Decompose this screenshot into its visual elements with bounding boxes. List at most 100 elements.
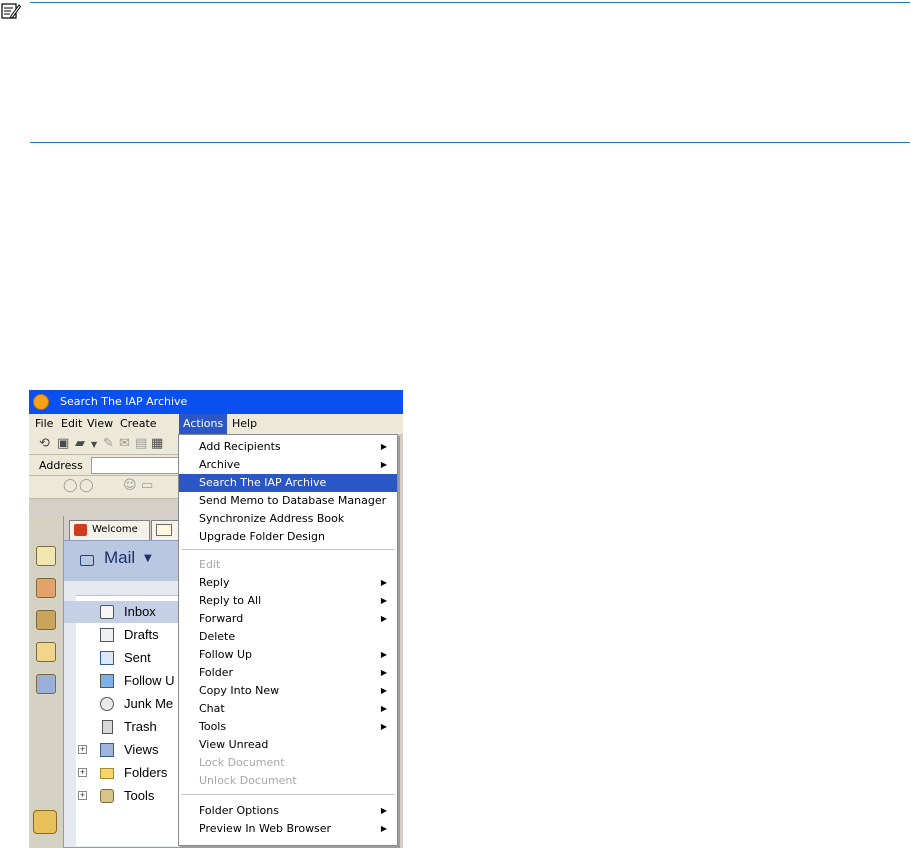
menu-item-label: Preview In Web Browser [199, 822, 332, 835]
junk-mail-icon [100, 697, 114, 711]
mail-icon[interactable]: ✉ [119, 436, 130, 451]
submenu-arrow-icon: ▶ [380, 596, 387, 605]
nav-trash-label: Trash [124, 719, 157, 734]
favorites-icon[interactable] [33, 810, 57, 834]
submenu-arrow-icon: ▶ [380, 806, 387, 815]
nav-folders-label: Folders [124, 765, 168, 780]
sent-icon [100, 651, 114, 665]
note-bottom-rule [30, 142, 910, 143]
tab-welcome[interactable]: Welcome [69, 520, 150, 540]
menu-item-label: Follow Up [199, 648, 253, 661]
expand-icon[interactable]: + [78, 745, 87, 754]
menu-item-label: Upgrade Folder Design [199, 530, 325, 543]
menu-item-send-memo[interactable]: Send Memo to Database Manager [179, 492, 397, 510]
menu-item-edit: Edit [179, 556, 397, 574]
note-icon [1, 3, 21, 19]
menu-item-label: Folder [199, 666, 233, 679]
menu-actions[interactable]: Actions [179, 414, 228, 434]
menu-edit[interactable]: Edit [57, 414, 86, 434]
submenu-arrow-icon: ▶ [380, 442, 387, 451]
menu-item-label: Archive [199, 458, 241, 471]
menu-item-view-unread[interactable]: View Unread [179, 736, 397, 754]
save-icon[interactable]: ▣ [57, 436, 69, 451]
menu-item-folder[interactable]: Folder ▶ [179, 664, 397, 682]
menu-item-preview-in-web-browser[interactable]: Preview In Web Browser ▶ [179, 820, 397, 838]
todo-bookmark-icon[interactable] [36, 642, 56, 662]
menu-item-label: Folder Options [199, 804, 279, 817]
mail-envelope-icon [80, 555, 94, 566]
nav-sent-label: Sent [124, 650, 151, 665]
menu-create[interactable]: Create [116, 414, 161, 434]
document-icon[interactable]: ▭ [141, 478, 153, 493]
tools-icon [100, 789, 114, 803]
open-dropdown-icon[interactable]: ▼ [91, 440, 97, 449]
toolbar: ⟲ ▣ ▰ ▼ ✎ ✉ ▤ ▦ [29, 434, 179, 455]
actions-menu: Add Recipients ▶ Archive ▶ Search The IAP … [178, 434, 398, 846]
submenu-arrow-icon: ▶ [380, 668, 387, 677]
address-field[interactable] [91, 457, 183, 474]
menu-item-chat[interactable]: Chat ▶ [179, 700, 397, 718]
nav-junk-mail-label: Junk Me [124, 696, 174, 711]
mail-tab-icon [156, 524, 172, 536]
menu-item-follow-up[interactable]: Follow Up ▶ [179, 646, 397, 664]
nav-follow-up-label: Follow U [124, 673, 175, 688]
refresh-icon[interactable]: ⟲ [39, 436, 50, 451]
nav-inbox-label: Inbox [124, 604, 156, 619]
menu-item-copy-into-new[interactable]: Copy Into New ▶ [179, 682, 397, 700]
open-icon[interactable]: ▰ [75, 436, 85, 451]
menu-item-lock-document: Lock Document [179, 754, 397, 772]
app-icon [33, 394, 49, 410]
menu-file[interactable]: File [31, 414, 57, 434]
menu-item-label: Copy Into New [199, 684, 280, 697]
contacts-bookmark-icon[interactable] [36, 610, 56, 630]
menu-item-delete[interactable]: Delete [179, 628, 397, 646]
submenu-arrow-icon: ▶ [380, 824, 387, 833]
menu-item-label: Reply to All [199, 594, 262, 607]
menu-item-tools[interactable]: Tools ▶ [179, 718, 397, 736]
note-top-rule [30, 2, 910, 3]
menu-item-forward[interactable]: Forward ▶ [179, 610, 397, 628]
menu-help[interactable]: Help [228, 414, 261, 434]
toolbar-icon[interactable]: ▦ [151, 436, 163, 451]
menu-item-add-recipients[interactable]: Add Recipients ▶ [179, 438, 397, 456]
tab-mail[interactable] [151, 520, 181, 540]
menu-view[interactable]: View [83, 414, 117, 434]
menu-item-label: Search The IAP Archive [199, 476, 327, 489]
print-icon[interactable]: ▤ [135, 436, 147, 451]
edit-icon[interactable]: ✎ [103, 436, 114, 451]
nav-tools-label: Tools [124, 788, 155, 803]
person-icon[interactable]: ☺ [123, 478, 137, 493]
folder-icon [100, 768, 114, 779]
submenu-arrow-icon: ▶ [380, 722, 387, 731]
expand-icon[interactable]: + [78, 768, 87, 777]
tab-welcome-label: Welcome [92, 524, 138, 535]
chat-group-icon[interactable]: ◯ [79, 478, 94, 493]
menu-item-label: Delete [199, 630, 236, 643]
menu-item-label: Tools [199, 720, 227, 733]
mail-title[interactable]: Mail [104, 548, 135, 568]
trash-icon [102, 720, 113, 734]
menu-item-search-iap-archive[interactable]: Search The IAP Archive [179, 474, 397, 492]
address-toolbar: Address [29, 455, 183, 476]
window-title: Search The IAP Archive [60, 395, 188, 408]
menu-item-label: View Unread [199, 738, 269, 751]
menu-item-reply[interactable]: Reply ▶ [179, 574, 397, 592]
bookmark-bar [29, 516, 64, 848]
menu-item-reply-to-all[interactable]: Reply to All ▶ [179, 592, 397, 610]
chat-icon[interactable]: ◯ [63, 478, 78, 493]
menu-item-folder-options[interactable]: Folder Options ▶ [179, 802, 397, 820]
submenu-arrow-icon: ▶ [380, 460, 387, 469]
submenu-arrow-icon: ▶ [380, 578, 387, 587]
menu-item-synchronize-address-book[interactable]: Synchronize Address Book [179, 510, 397, 528]
menu-item-unlock-document: Unlock Document [179, 772, 397, 790]
menu-item-archive[interactable]: Archive ▶ [179, 456, 397, 474]
expand-icon[interactable]: + [78, 791, 87, 800]
menu-item-upgrade-folder-design[interactable]: Upgrade Folder Design [179, 528, 397, 546]
chevron-down-icon[interactable]: ▼ [144, 553, 152, 564]
mail-bookmark-icon[interactable] [36, 546, 56, 566]
replicator-bookmark-icon[interactable] [36, 674, 56, 694]
calendar-bookmark-icon[interactable] [36, 578, 56, 598]
menu-item-label: Synchronize Address Book [199, 512, 345, 525]
menu-item-label: Forward [199, 612, 244, 625]
inbox-icon [100, 605, 114, 619]
